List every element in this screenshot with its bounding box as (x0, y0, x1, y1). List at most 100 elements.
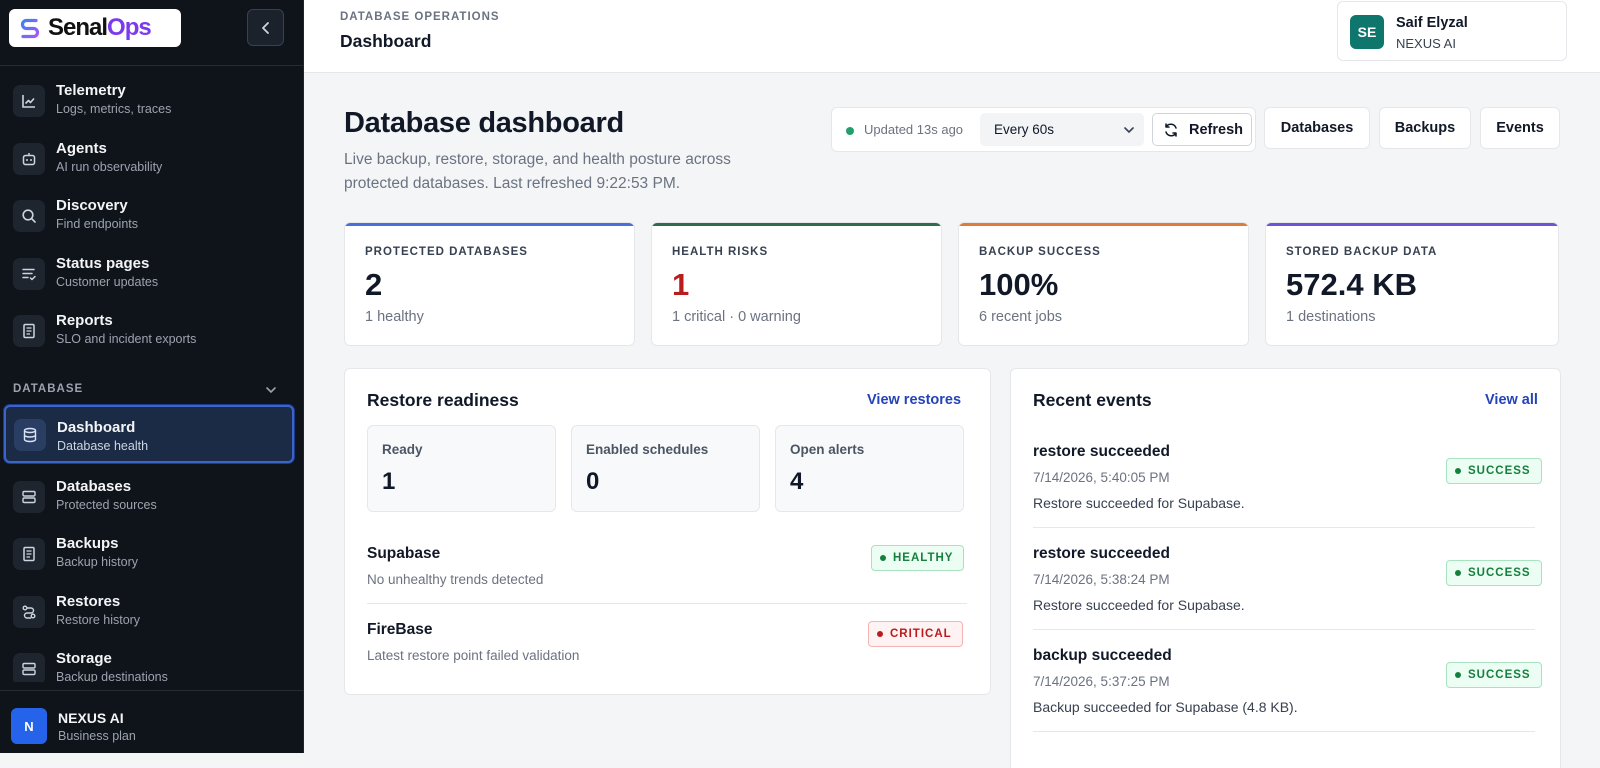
sidebar-item-storage[interactable]: Storage Backup destinations (5, 642, 292, 682)
sidebar-item-dashboard[interactable]: Dashboard Database health (4, 405, 294, 463)
sidebar-item-databases[interactable]: Databases Protected sources (5, 470, 292, 522)
view-all-events-link[interactable]: View all (1485, 392, 1538, 408)
bot-icon (13, 143, 45, 175)
status-dot (1455, 570, 1461, 576)
sidebar-item-status-pages[interactable]: Status pages Customer updates (5, 247, 292, 299)
divider (367, 603, 967, 604)
event-time: 7/14/2026, 5:37:25 PM (1033, 674, 1170, 689)
sidebar-item-subtitle: Restore history (56, 613, 141, 627)
stat-accent-bar (1266, 223, 1558, 226)
event-title: restore succeeded (1033, 443, 1170, 460)
sidebar-item-agents[interactable]: Agents AI run observability (5, 132, 292, 184)
logo-mark-icon (20, 18, 40, 39)
sidebar-item-title: Status pages (56, 255, 150, 272)
sidebar-item-title: Databases (56, 478, 132, 495)
panel-title: Restore readiness (367, 390, 519, 410)
metric-label: Ready (382, 442, 423, 457)
sidebar-item-subtitle: AI run observability (56, 160, 163, 174)
event-time: 7/14/2026, 5:38:24 PM (1033, 572, 1170, 587)
restore-readiness-panel: Restore readiness View restores Ready 1 … (344, 368, 991, 695)
metric-value: 0 (586, 468, 600, 495)
events-button[interactable]: Events (1480, 107, 1560, 149)
database-row-supabase[interactable]: Supabase No unhealthy trends detected HE… (367, 545, 965, 619)
sidebar-item-discovery[interactable]: Discovery Find endpoints (5, 189, 292, 241)
stat-label: BACKUP SUCCESS (979, 246, 1101, 258)
org-switcher[interactable]: N NEXUS AI Business plan (0, 690, 304, 753)
document-icon (13, 315, 45, 347)
refresh-interval-select[interactable]: Every 60s (980, 113, 1144, 146)
divider (1033, 629, 1535, 630)
user-org: NEXUS AI (1396, 36, 1456, 51)
database-description: Latest restore point failed validation (367, 648, 580, 663)
refresh-icon (1165, 123, 1177, 137)
status-badge: CRITICAL (868, 621, 963, 647)
stat-label: HEALTH RISKS (672, 246, 769, 258)
event-time: 7/14/2026, 5:40:05 PM (1033, 470, 1170, 485)
restore-icon (13, 596, 45, 628)
org-name: NEXUS AI (58, 710, 124, 726)
stat-value: 2 (365, 267, 383, 302)
sidebar-item-title: Discovery (56, 197, 128, 214)
senalops-logo[interactable]: SenalOps (9, 9, 181, 47)
sidebar-item-telemetry[interactable]: Telemetry Logs, metrics, traces (5, 74, 292, 126)
sidebar: SenalOps Telemetry Logs, metrics, traces… (0, 0, 304, 753)
event-description: Restore succeeded for Supabase. (1033, 597, 1245, 613)
stat-label: PROTECTED DATABASES (365, 246, 528, 258)
backups-button[interactable]: Backups (1379, 107, 1471, 149)
stat-card-stored-backup-data: STORED BACKUP DATA 572.4 KB 1 destinatio… (1265, 222, 1559, 346)
sidebar-scroll-clip: Storage Backup destinations (0, 636, 304, 682)
recent-events-panel: Recent events View all restore succeeded… (1010, 368, 1561, 768)
sidebar-item-subtitle: Find endpoints (56, 217, 139, 231)
status-badge: SUCCESS (1446, 662, 1542, 688)
stat-value: 1 (672, 267, 690, 302)
event-description: Backup succeeded for Supabase (4.8 KB). (1033, 699, 1298, 715)
status-badge: SUCCESS (1446, 560, 1542, 586)
status-dot (1455, 672, 1461, 678)
metric-label: Enabled schedules (586, 442, 709, 457)
live-status-dot (846, 127, 854, 135)
refresh-label: Refresh (1189, 122, 1243, 138)
collapse-sidebar-button[interactable] (247, 9, 284, 46)
refresh-button[interactable]: Refresh (1152, 113, 1252, 146)
stat-card-backup-success: BACKUP SUCCESS 100% 6 recent jobs (958, 222, 1249, 346)
event-item[interactable]: restore succeeded 7/14/2026, 5:38:24 PM … (1033, 545, 1542, 645)
sidebar-item-subtitle: SLO and incident exports (56, 332, 197, 346)
database-description: No unhealthy trends detected (367, 572, 544, 587)
user-menu[interactable]: SE Saif Elyzal NEXUS AI (1337, 1, 1567, 61)
metric-card-enabled-schedules: Enabled schedules 0 (571, 425, 760, 512)
chevron-down-icon[interactable] (265, 384, 277, 396)
databases-button[interactable]: Databases (1264, 107, 1370, 149)
dashboard-heading: Database dashboard (344, 107, 624, 139)
brand-row: SenalOps (0, 0, 303, 66)
document-icon (13, 538, 45, 570)
refresh-toolbar: Updated 13s ago Every 60s Refresh (831, 107, 1256, 152)
divider (1033, 527, 1535, 528)
database-icon (14, 419, 46, 451)
chevron-left-icon (261, 21, 269, 34)
status-dot (880, 555, 886, 561)
org-plan: Business plan (58, 729, 136, 743)
event-title: backup succeeded (1033, 647, 1172, 664)
search-icon (13, 200, 45, 232)
sidebar-item-title: Restores (56, 593, 121, 610)
database-name: Supabase (367, 545, 441, 562)
status-badge: HEALTHY (871, 545, 965, 571)
sidebar-item-reports[interactable]: Reports SLO and incident exports (5, 304, 292, 356)
stat-card-health-risks: HEALTH RISKS 1 1 critical · 0 warning (651, 222, 942, 346)
server-icon (13, 653, 45, 682)
event-item[interactable]: restore succeeded 7/14/2026, 5:40:05 PM … (1033, 443, 1542, 543)
dashboard-subtitle: Live backup, restore, storage, and healt… (344, 151, 731, 192)
view-restores-link[interactable]: View restores (867, 392, 961, 408)
sidebar-item-subtitle: Customer updates (56, 275, 159, 289)
sidebar-item-subtitle: Logs, metrics, traces (56, 102, 172, 116)
sidebar-item-restores[interactable]: Restores Restore history (5, 585, 292, 637)
section-label-database: DATABASE (13, 383, 84, 395)
sidebar-item-backups[interactable]: Backups Backup history (5, 527, 292, 579)
sidebar-item-title: Reports (56, 312, 113, 329)
event-item[interactable]: backup succeeded 7/14/2026, 5:37:25 PM B… (1033, 647, 1542, 747)
stat-accent-bar (959, 223, 1248, 226)
database-row-firebase[interactable]: FireBase Latest restore point failed val… (367, 621, 965, 695)
sidebar-item-title: Agents (56, 140, 107, 157)
status-badge: SUCCESS (1446, 458, 1542, 484)
stat-value: 100% (979, 267, 1059, 302)
